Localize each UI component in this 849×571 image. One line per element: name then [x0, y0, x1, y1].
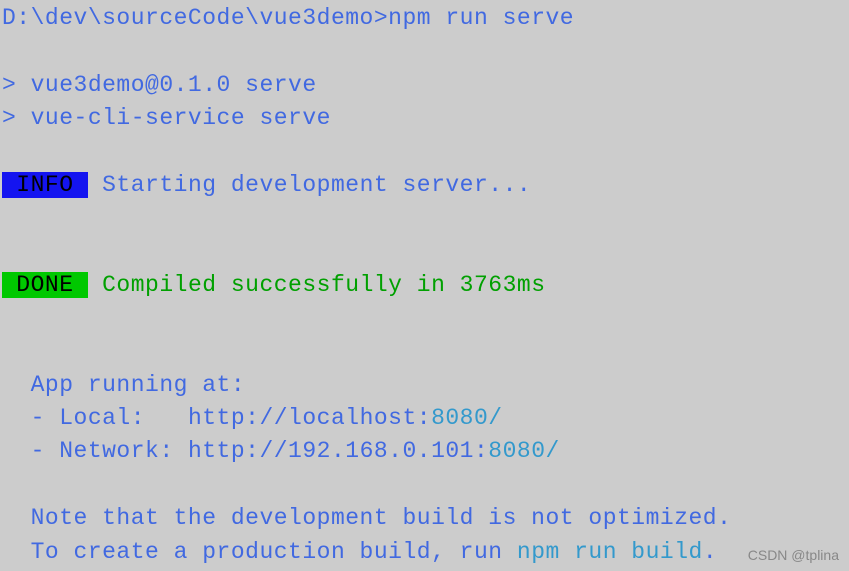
local-url-prefix: http://localhost:	[188, 405, 431, 431]
info-badge: INFO	[2, 172, 88, 198]
done-message: Compiled successfully in 3763ms	[88, 272, 546, 298]
note-line-1: Note that the development build is not o…	[2, 502, 847, 535]
local-port: 8080	[431, 405, 488, 431]
prompt-line: D:\dev\sourceCode\vue3demo>npm run serve	[2, 2, 847, 35]
local-url-line: - Local: http://localhost:8080/	[2, 402, 847, 435]
app-running-heading: App running at:	[2, 369, 847, 402]
blank-line	[2, 135, 847, 168]
network-port: 8080	[488, 438, 545, 464]
local-label: - Local:	[2, 405, 188, 431]
blank-line	[2, 335, 847, 368]
note-line-2-prefix: To create a production build, run	[2, 539, 517, 565]
blank-line	[2, 469, 847, 502]
done-badge: DONE	[2, 272, 88, 298]
blank-line	[2, 202, 847, 235]
script-output-line-2: > vue-cli-service serve	[2, 102, 847, 135]
blank-line	[2, 235, 847, 268]
command-text: npm run serve	[388, 5, 574, 31]
network-url-suffix: /	[546, 438, 560, 464]
watermark: CSDN @tplina	[748, 547, 839, 563]
blank-line	[2, 35, 847, 68]
script-output-line-1: > vue3demo@0.1.0 serve	[2, 69, 847, 102]
info-message: Starting development server...	[88, 172, 531, 198]
network-url-prefix: http://192.168.0.101:	[188, 438, 488, 464]
blank-line	[2, 302, 847, 335]
network-url-line: - Network: http://192.168.0.101:8080/	[2, 435, 847, 468]
info-line: INFO Starting development server...	[2, 169, 847, 202]
network-label: - Network:	[2, 438, 188, 464]
note-line-2: To create a production build, run npm ru…	[2, 536, 847, 569]
done-line: DONE Compiled successfully in 3763ms	[2, 269, 847, 302]
local-url-suffix: /	[488, 405, 502, 431]
note-line-2-command: npm run build	[517, 539, 703, 565]
working-directory: D:\dev\sourceCode\vue3demo>	[2, 5, 388, 31]
note-line-2-suffix: .	[703, 539, 717, 565]
